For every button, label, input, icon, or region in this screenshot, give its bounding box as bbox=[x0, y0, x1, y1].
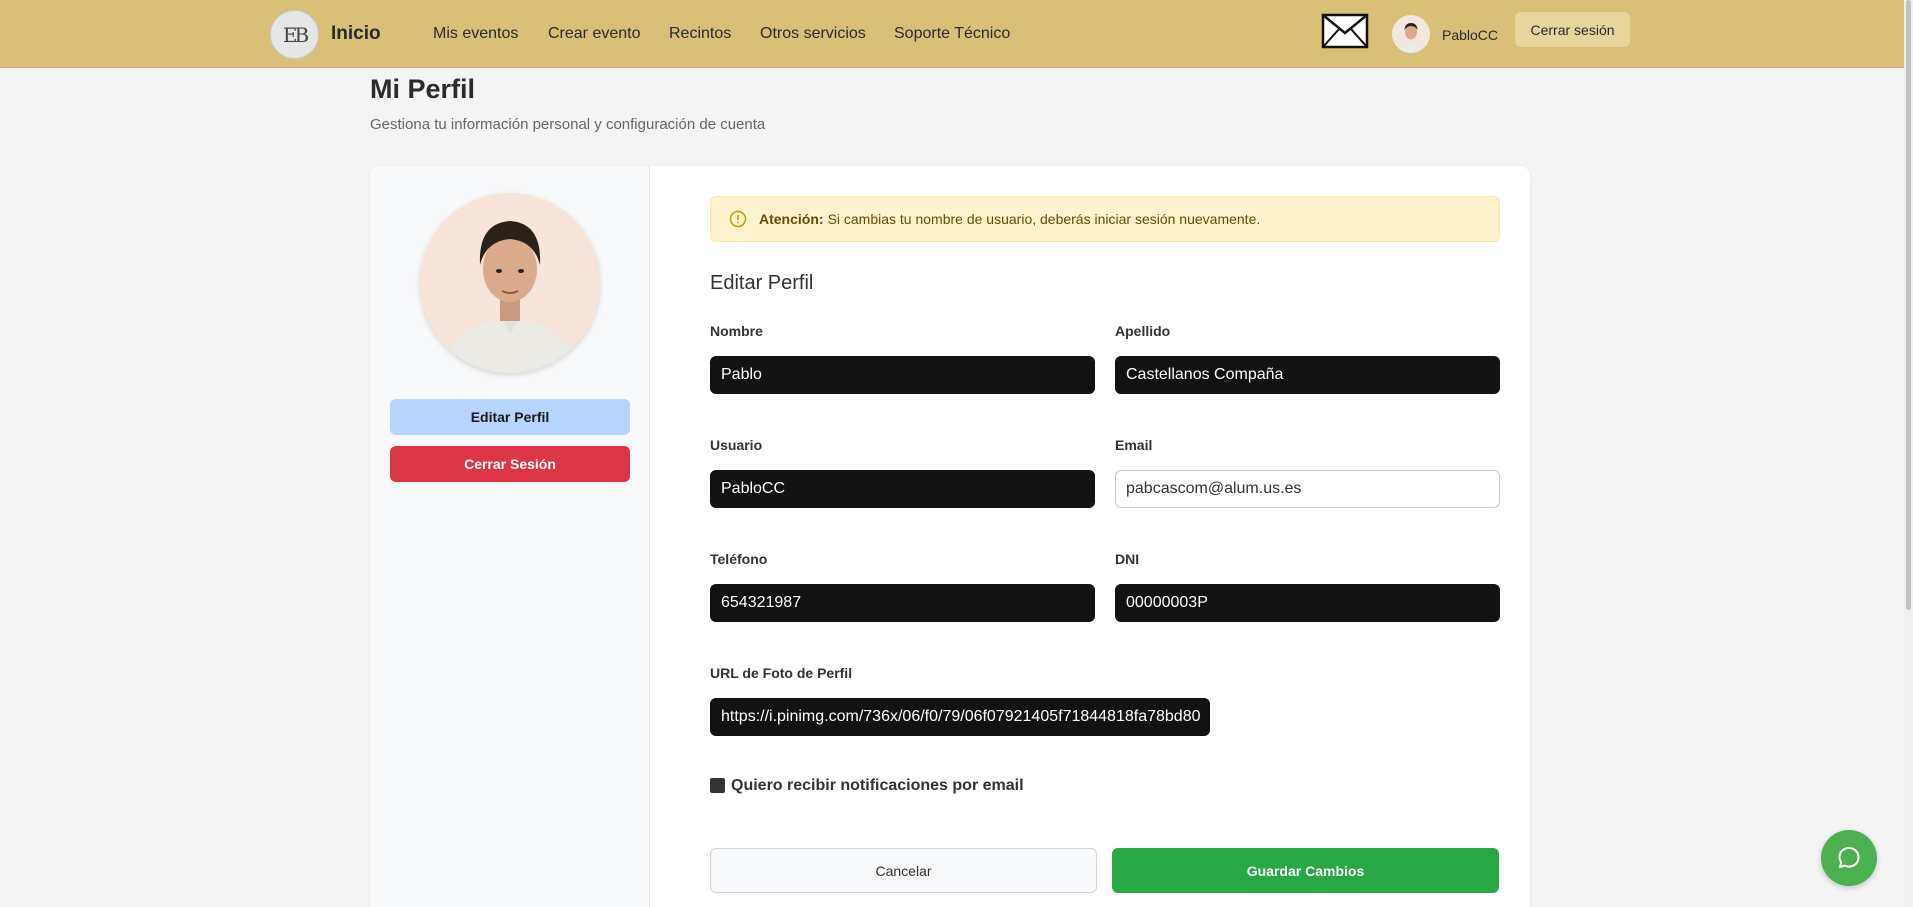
email-label: Email bbox=[1115, 437, 1153, 453]
email-input[interactable] bbox=[1115, 470, 1500, 508]
form-title: Editar Perfil bbox=[710, 272, 814, 294]
cancel-button[interactable]: Cancelar bbox=[710, 848, 1097, 893]
nav-link-recintos[interactable]: Recintos bbox=[669, 25, 731, 43]
nav-home-link[interactable]: Inicio bbox=[331, 23, 381, 45]
page-subtitle: Gestiona tu información personal y confi… bbox=[370, 116, 766, 133]
page-title: Mi Perfil bbox=[370, 74, 476, 104]
alert-text: Si cambias tu nombre de usuario, deberás… bbox=[827, 211, 1261, 227]
nombre-label: Nombre bbox=[710, 323, 763, 339]
mail-icon[interactable] bbox=[1321, 13, 1369, 49]
photo-url-label: URL de Foto de Perfil bbox=[710, 665, 853, 681]
telefono-input[interactable] bbox=[710, 584, 1095, 622]
email-notifications-checkbox[interactable] bbox=[710, 778, 725, 793]
top-navbar: EB Inicio Mis eventos Crear evento Recin… bbox=[0, 0, 1904, 68]
save-changes-button[interactable]: Guardar Cambios bbox=[1112, 848, 1499, 893]
nav-link-mis-eventos[interactable]: Mis eventos bbox=[433, 25, 518, 43]
nombre-input[interactable] bbox=[710, 356, 1095, 394]
chat-bubble-icon bbox=[1838, 847, 1860, 868]
telefono-label: Teléfono bbox=[710, 551, 768, 567]
profile-card: Editar Perfil Cerrar Sesión Atención: Si… bbox=[370, 166, 1530, 907]
nav-avatar[interactable] bbox=[1392, 15, 1430, 53]
nav-link-otros-servicios[interactable]: Otros servicios bbox=[760, 25, 866, 43]
nav-username[interactable]: PabloCC bbox=[1442, 27, 1498, 43]
page-scrollbar-thumb[interactable] bbox=[1906, 0, 1911, 610]
photo-url-input[interactable] bbox=[710, 698, 1210, 736]
apellido-input[interactable] bbox=[1115, 356, 1500, 394]
chat-button[interactable] bbox=[1821, 830, 1877, 886]
dni-label: DNI bbox=[1115, 551, 1140, 567]
profile-photo bbox=[420, 193, 600, 373]
dni-input[interactable] bbox=[1115, 584, 1500, 622]
usuario-input[interactable] bbox=[710, 470, 1095, 508]
alert-strong: Atención: bbox=[759, 211, 824, 227]
nav-link-crear-evento[interactable]: Crear evento bbox=[548, 25, 641, 43]
logout-button[interactable]: Cerrar sesión bbox=[1515, 12, 1630, 47]
warning-icon bbox=[729, 210, 747, 228]
usuario-label: Usuario bbox=[710, 437, 763, 453]
edit-profile-button[interactable]: Editar Perfil bbox=[390, 399, 630, 435]
apellido-label: Apellido bbox=[1115, 323, 1171, 339]
email-notifications-label[interactable]: Quiero recibir notificaciones por email bbox=[731, 777, 1024, 795]
site-logo[interactable]: EB bbox=[270, 10, 319, 59]
sign-out-button[interactable]: Cerrar Sesión bbox=[390, 446, 630, 482]
nav-link-soporte-tecnico[interactable]: Soporte Técnico bbox=[894, 25, 1010, 43]
username-warning-alert: Atención: Si cambias tu nombre de usuari… bbox=[710, 196, 1500, 242]
profile-sidebar: Editar Perfil Cerrar Sesión bbox=[370, 166, 650, 907]
